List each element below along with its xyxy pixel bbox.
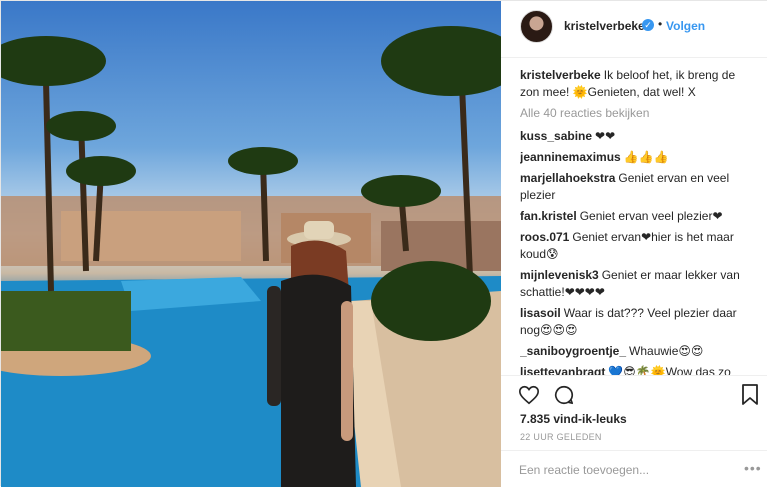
comment-username[interactable]: lisasoil <box>520 306 561 320</box>
add-comment-bar: ••• <box>501 450 767 487</box>
verified-badge-icon: ✓ <box>642 19 654 31</box>
instagram-post: kristelverbeke ✓ • Volgen kristelverbeke… <box>0 0 767 487</box>
comment-text: 👍👍👍 <box>623 150 669 164</box>
comment-username[interactable]: marjellahoekstra <box>520 171 615 185</box>
post-timestamp[interactable]: 22 UUR GELEDEN <box>520 432 602 442</box>
add-comment-input[interactable] <box>519 461 729 479</box>
comment-item: marjellahoekstra Geniet ervan en veel ple… <box>520 170 750 204</box>
comment-text: Geniet ervan veel plezier❤ <box>579 209 723 223</box>
comment-item: kuss_sabine ❤❤ <box>520 128 750 145</box>
comment-item: mijnlevenisk3 Geniet er maar lekker van s… <box>520 267 750 301</box>
comment-username[interactable]: roos.071 <box>520 230 569 244</box>
comment-item: lisasoil Waar is dat??? Veel plezier daar… <box>520 305 750 339</box>
action-bar <box>501 375 767 411</box>
author-username[interactable]: kristelverbeke <box>564 19 645 33</box>
post-photo[interactable] <box>1 1 501 487</box>
comment-icon[interactable] <box>553 384 575 406</box>
comment-username[interactable]: kuss_sabine <box>520 129 592 143</box>
comment-username[interactable]: _saniboygroentje_ <box>520 344 626 358</box>
caption-username[interactable]: kristelverbeke <box>520 68 601 82</box>
post-sidebar: kristelverbeke ✓ • Volgen kristelverbeke… <box>501 1 767 487</box>
like-count[interactable]: 7.835 vind-ik-leuks <box>520 412 627 426</box>
avatar[interactable] <box>520 10 553 43</box>
comment-item: fan.kristel Geniet ervan veel plezier❤ <box>520 208 750 225</box>
separator-dot: • <box>658 17 663 31</box>
comments-list[interactable]: kristelverbeke Ik beloof het, ik breng de… <box>520 67 750 375</box>
comment-text: ❤❤ <box>595 129 616 143</box>
view-all-comments-link[interactable]: Alle 40 reacties bekijken <box>520 105 750 122</box>
comment-item: jeanninemaximus 👍👍👍 <box>520 149 750 166</box>
comment-item: roos.071 Geniet ervan❤hier is het maar ko… <box>520 229 750 263</box>
comment-username[interactable]: jeanninemaximus <box>520 150 621 164</box>
comment-item: lisettevanbragt💙😎🌴🌞Wow das zo mooi!!😍🌴💛🔥… <box>520 364 750 375</box>
comment-username[interactable]: fan.kristel <box>520 209 577 223</box>
comment-item: _saniboygroentje_ Whauwie😍😍 <box>520 343 750 360</box>
bookmark-icon[interactable] <box>741 384 759 406</box>
comment-username[interactable]: lisettevanbragt <box>520 365 605 375</box>
heart-icon[interactable] <box>518 384 540 406</box>
comment-text: Whauwie😍😍 <box>629 344 704 358</box>
comment-username[interactable]: mijnlevenisk3 <box>520 268 599 282</box>
caption: kristelverbeke Ik beloof het, ik breng de… <box>520 67 750 101</box>
follow-button[interactable]: Volgen <box>666 19 705 33</box>
post-header: kristelverbeke ✓ • Volgen <box>501 1 767 58</box>
more-options-icon[interactable]: ••• <box>744 460 762 476</box>
resort-pool-scene <box>1 26 501 487</box>
